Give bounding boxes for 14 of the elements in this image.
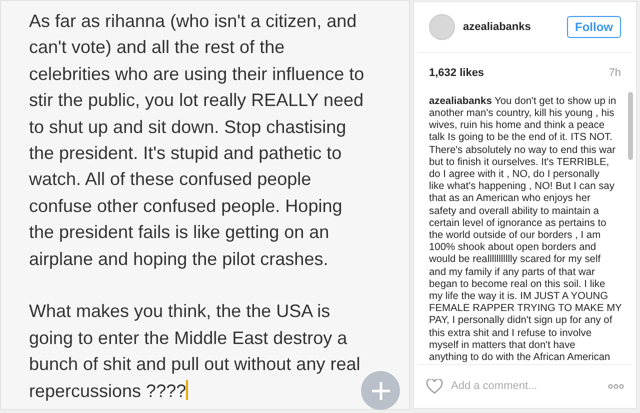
more-options-icon[interactable] xyxy=(608,384,624,390)
note-paragraph: As far as rihanna (who isn't a citizen, and can't vote) and all the rest of the celebrities who are using their influence to stir the public, you lot really REALLY need to shut up and sit down. Stop chastising the president. It's stupid and pathetic to watch. All of these confused people confuse other confused people. Hoping the president fails is like getting on an airplane and hoping the pilot crashes. xyxy=(29,10,364,271)
text-cursor xyxy=(186,380,188,400)
username[interactable]: azealiabanks xyxy=(463,18,531,36)
caption: azealiabanks You don't get to show up in another man's country, kill his young , his wives, ruin his home and think a peace talk Is going to be the end of it. ITS NOT. There's absolutely no way to end this war but to finish it ourselves. It's TERRIBLE, do I agree with it , NO, do I personally like what's happening , NO! But I can say that as an American who enjoys her safety and overall ability to maintain a certain level of ignorance as pertains to the world outside of our borders , I am 100% shook about open borders and would be reallllllllllly scared for my self and my family if any parts of that war began to become real on this soil. I like my life the way it is. IM JUST A YOUNG FEMALE RAPPER TRYING TO MAKE MY PAY, I personally didn't sign up for any of this extra shit and I refuse to involve myself in matters that don't have anything to do with the African American xyxy=(429,96,622,364)
scrollbar[interactable] xyxy=(628,92,633,160)
post-time: 7h xyxy=(608,66,621,82)
heart-icon[interactable] xyxy=(426,379,443,394)
avatar[interactable] xyxy=(429,14,455,40)
likes-count: 1,632 likes xyxy=(429,66,484,82)
plus-icon xyxy=(370,380,390,400)
add-button[interactable] xyxy=(361,371,400,410)
note-paragraph: What makes you think, the the USA is going to enter the Middle East destroy a bunch of shit and pull out without any real repercussions ???? xyxy=(29,300,360,403)
comment-field[interactable]: Add a comment... xyxy=(451,378,591,395)
